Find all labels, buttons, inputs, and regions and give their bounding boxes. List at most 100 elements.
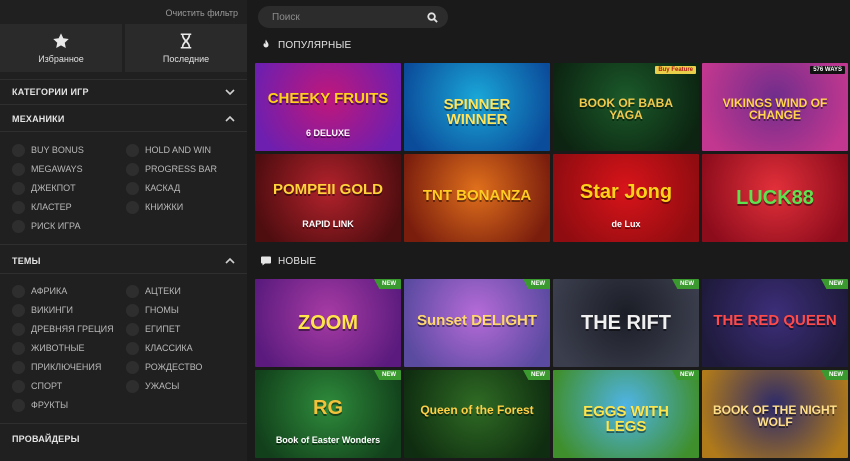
chevron-down-icon (225, 88, 235, 95)
game-subtitle: 6 DELUXE (305, 128, 350, 138)
radio-circle[interactable] (12, 341, 25, 355)
themes-list: АФРИКА АЦТЕКИ ВИКИНГИ ГНОМЫ ДРЕВНЯЯ ГРЕЦИЯ ЕГ… (12, 284, 242, 412)
mechanic-checkbox[interactable]: HOLD AND WIN (126, 143, 240, 157)
radio-circle[interactable] (12, 360, 25, 374)
game-title: SPINNER WINNER (443, 96, 511, 128)
star-icon (53, 33, 69, 49)
theme-checkbox[interactable]: ВИКИНГИ (12, 303, 126, 317)
theme-checkbox[interactable]: КЛАССИКА (126, 341, 240, 355)
mechanic-checkbox[interactable]: BUY BONUS (12, 143, 126, 157)
theme-checkbox[interactable]: РОЖДЕСТВО (126, 360, 240, 374)
radio-circle[interactable] (126, 322, 139, 336)
game-tile[interactable]: Star Jong de Lux (553, 154, 699, 242)
mechanic-checkbox[interactable]: КЛАСТЕР (12, 200, 126, 214)
radio-circle[interactable] (12, 219, 25, 233)
game-tile[interactable]: THE RIFT NEW (553, 279, 699, 367)
divider (0, 423, 247, 424)
theme-checkbox[interactable]: ДРЕВНЯЯ ГРЕЦИЯ (12, 322, 126, 336)
radio-circle[interactable] (12, 200, 25, 214)
theme-label: ПРИКЛЮЧЕНИЯ (31, 362, 102, 372)
mechanic-checkbox[interactable]: КАСКАД (126, 181, 240, 195)
radio-circle[interactable] (12, 398, 25, 412)
game-tile[interactable]: VIKINGS WIND OF CHANGE 576 WAYS (702, 63, 848, 151)
favorites-label: Избранное (38, 54, 84, 64)
hourglass-icon (180, 33, 192, 49)
theme-checkbox[interactable]: АФРИКА (12, 284, 126, 298)
theme-checkbox[interactable]: ЖИВОТНЫЕ (12, 341, 126, 355)
mechanic-checkbox[interactable]: РИСК ИГРА (12, 219, 126, 233)
theme-label: АЦТЕКИ (145, 286, 181, 296)
mechanic-label: PROGRESS BAR (145, 164, 218, 174)
radio-circle[interactable] (12, 181, 25, 195)
mechanic-checkbox[interactable]: MEGAWAYS (12, 162, 126, 176)
feature-badge: Buy Feature (655, 66, 696, 74)
mechanic-checkbox[interactable]: ДЖЕКПОТ (12, 181, 126, 195)
theme-checkbox[interactable]: УЖАСЫ (126, 379, 240, 393)
game-tile[interactable]: BOOK OF BABA YAGA Buy Feature (553, 63, 699, 151)
radio-circle[interactable] (126, 341, 139, 355)
radio-circle[interactable] (126, 360, 139, 374)
radio-circle[interactable] (12, 379, 25, 393)
theme-checkbox[interactable]: СПОРТ (12, 379, 126, 393)
theme-label: КЛАССИКА (145, 343, 193, 353)
game-tile[interactable]: ZOOM NEW (255, 279, 401, 367)
game-tile[interactable]: RG Book of Easter Wonders NEW (255, 370, 401, 458)
categories-section-header[interactable]: КАТЕГОРИИ ИГР (0, 79, 247, 105)
favorites-button[interactable]: Избранное (0, 24, 122, 72)
search-input[interactable] (272, 11, 427, 23)
themes-section-header[interactable]: ТЕМЫ (0, 248, 247, 274)
radio-circle[interactable] (12, 322, 25, 336)
theme-label: УЖАСЫ (145, 381, 180, 391)
radio-circle[interactable] (126, 379, 139, 393)
fire-icon (263, 39, 269, 48)
theme-checkbox[interactable]: АЦТЕКИ (126, 284, 240, 298)
radio-circle[interactable] (126, 181, 139, 195)
clear-filter-link[interactable]: Очистить фильтр (166, 8, 238, 18)
search-icon[interactable] (427, 11, 438, 23)
mechanic-label: BUY BONUS (31, 145, 84, 155)
categories-title: КАТЕГОРИИ ИГР (12, 86, 89, 97)
radio-circle[interactable] (126, 143, 139, 157)
game-title: EGGS WITH LEGS (583, 403, 669, 435)
radio-circle[interactable] (12, 143, 25, 157)
radio-circle[interactable] (126, 284, 139, 298)
game-tile[interactable]: Queen of the Forest NEW (404, 370, 550, 458)
game-tile[interactable]: CHEEKY FRUITS 6 DELUXE (255, 63, 401, 151)
radio-circle[interactable] (126, 200, 139, 214)
radio-circle[interactable] (12, 284, 25, 298)
game-tile[interactable]: LUCK88 (702, 154, 848, 242)
radio-circle[interactable] (126, 303, 139, 317)
recent-button[interactable]: Последние (125, 24, 247, 72)
game-tile[interactable]: THE RED QUEEN NEW (702, 279, 848, 367)
radio-circle[interactable] (126, 162, 139, 176)
theme-checkbox[interactable]: ЕГИПЕТ (126, 322, 240, 336)
mechanic-label: КАСКАД (145, 183, 181, 193)
theme-checkbox[interactable]: ГНОМЫ (126, 303, 240, 317)
radio-circle[interactable] (12, 303, 25, 317)
divider (0, 244, 247, 245)
mechanics-section-header[interactable]: МЕХАНИКИ (0, 106, 247, 132)
radio-circle[interactable] (12, 162, 25, 176)
game-tile[interactable]: Sunset DELIGHT NEW (404, 279, 550, 367)
theme-label: ЖИВОТНЫЕ (31, 343, 85, 353)
game-tile[interactable]: BOOK OF THE NIGHT WOLF NEW (702, 370, 848, 458)
mechanic-checkbox[interactable]: PROGRESS BAR (126, 162, 240, 176)
game-tile[interactable]: EGGS WITH LEGS NEW (553, 370, 699, 458)
game-title: POMPEII GOLD (272, 181, 383, 198)
providers-title: ПРОВАЙДЕРЫ (12, 434, 80, 444)
mechanic-checkbox[interactable]: КНИЖКИ (126, 200, 240, 214)
theme-label: ДРЕВНЯЯ ГРЕЦИЯ (31, 324, 114, 334)
new-badge: NEW (672, 370, 699, 380)
game-title: TNT BONANZA (422, 187, 532, 204)
game-tile[interactable]: TNT BONANZA (404, 154, 550, 242)
theme-checkbox[interactable]: ПРИКЛЮЧЕНИЯ (12, 360, 126, 374)
game-title: BOOK OF BABA YAGA (579, 96, 673, 122)
mechanic-label: КНИЖКИ (145, 202, 184, 212)
new-badge: NEW (821, 279, 848, 289)
theme-checkbox[interactable]: ФРУКТЫ (12, 398, 126, 412)
game-tile[interactable]: SPINNER WINNER (404, 63, 550, 151)
game-title: THE RIFT (581, 312, 671, 334)
themes-title: ТЕМЫ (12, 255, 41, 266)
game-tile[interactable]: POMPEII GOLD RAPID LINK (255, 154, 401, 242)
providers-section-header[interactable]: ПРОВАЙДЕРЫ (0, 426, 247, 452)
